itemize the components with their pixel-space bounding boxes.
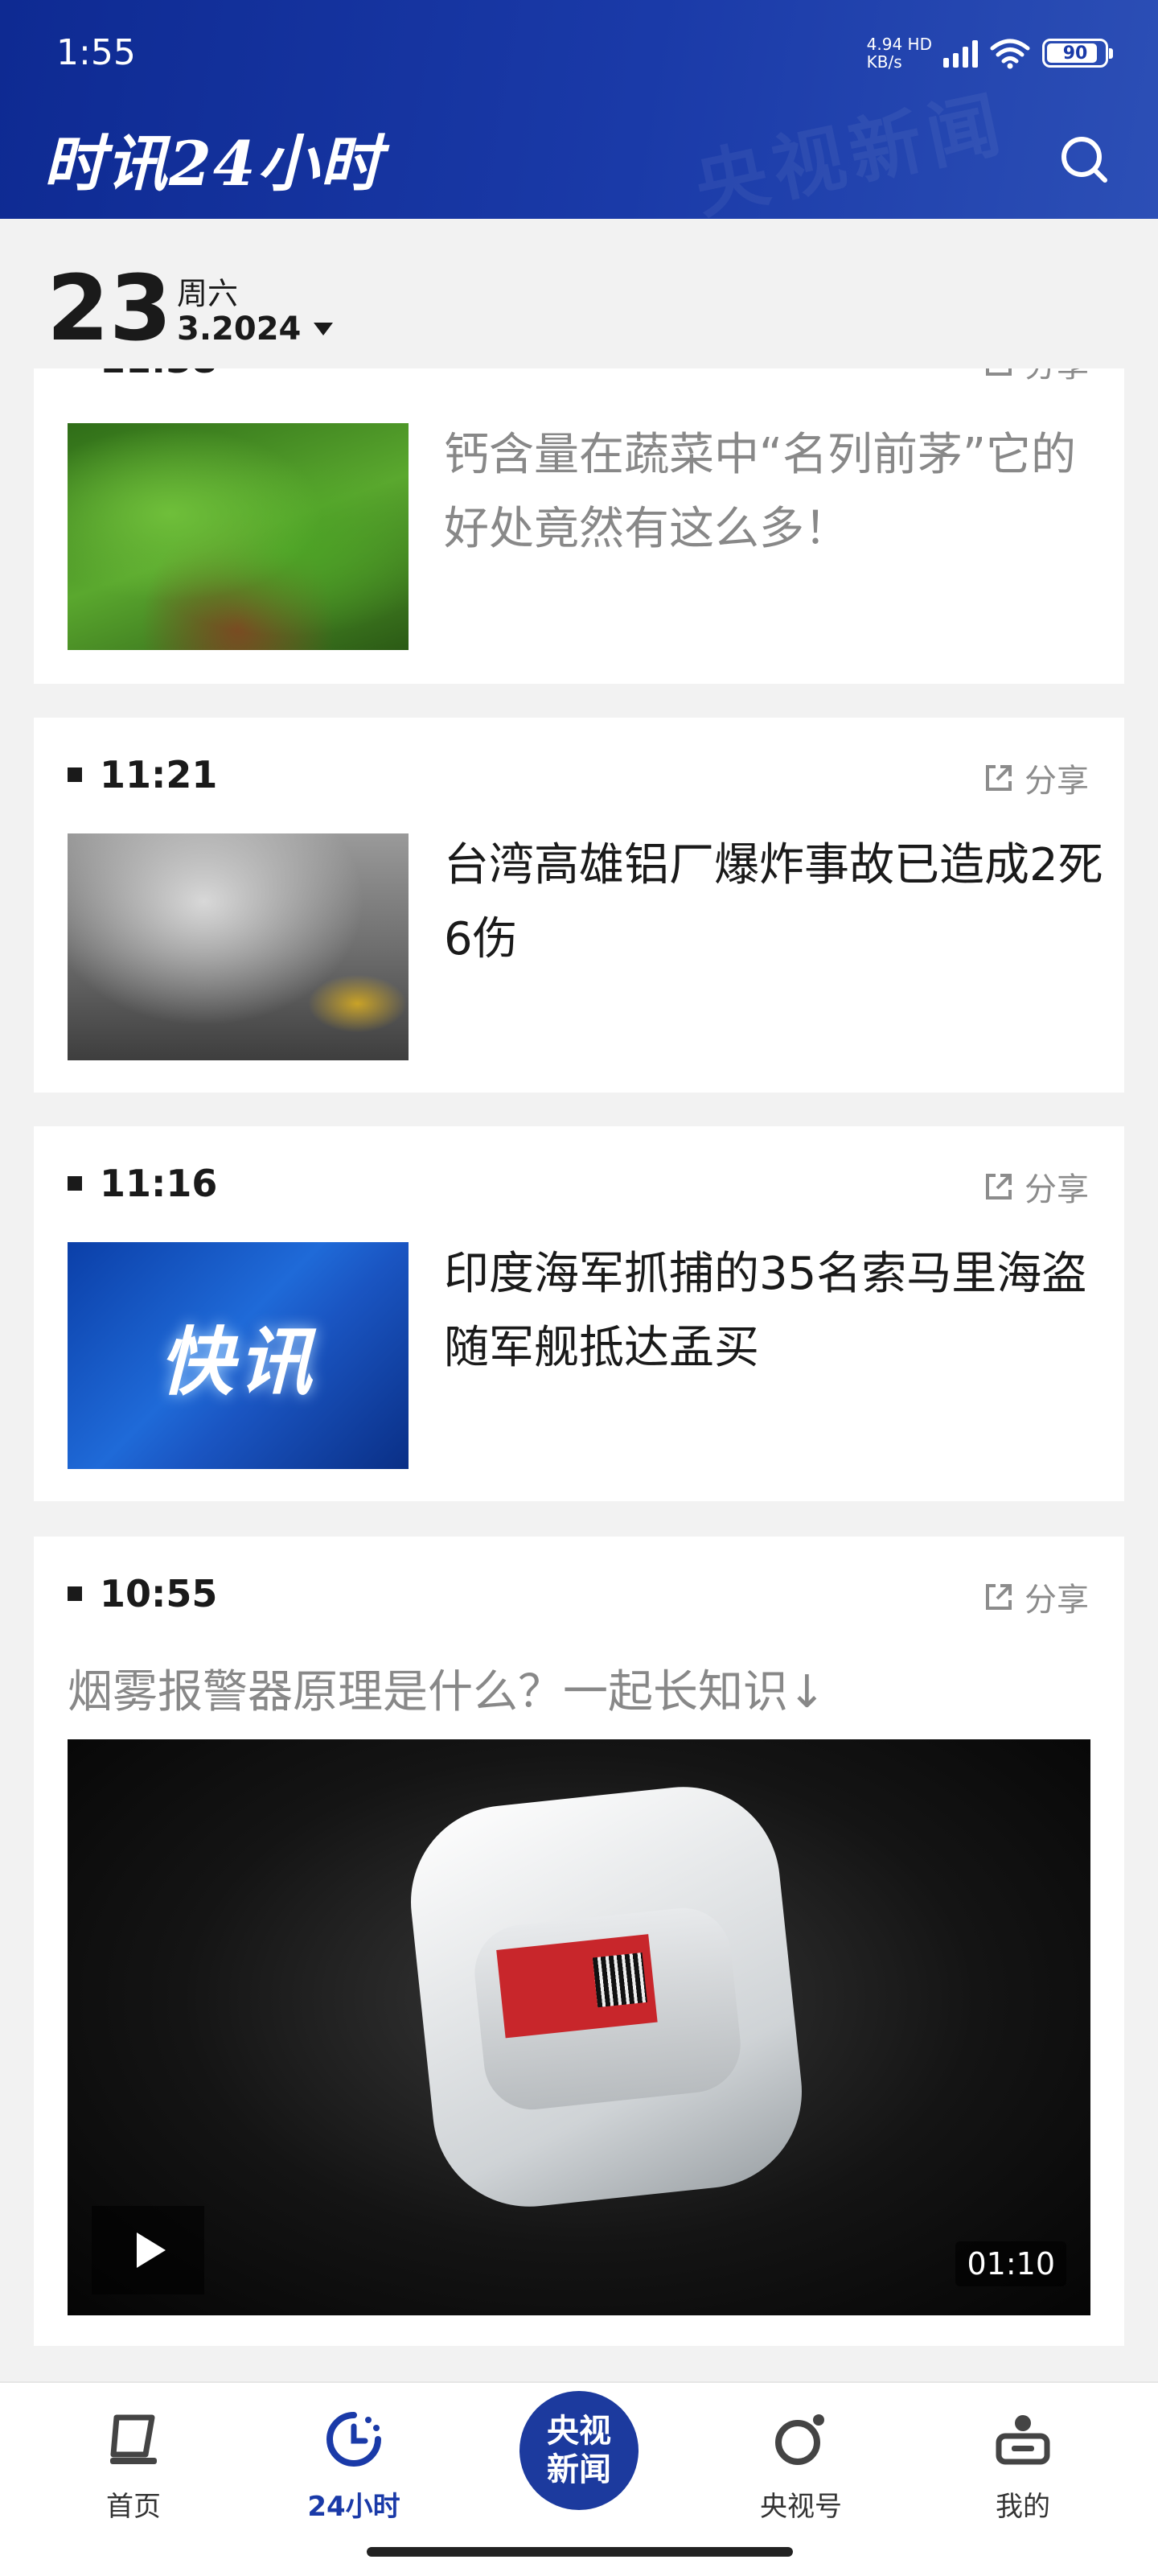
video-duration: 01:10 [955, 2241, 1066, 2286]
news-thumbnail[interactable]: 快讯 [68, 1242, 409, 1469]
news-thumbnail[interactable] [68, 423, 409, 650]
header-watermark: 央视新闻 [688, 81, 1014, 219]
month-year-label: 3.2024 [177, 311, 302, 348]
clock-icon [265, 2399, 442, 2479]
cctv-news-logo-button[interactable]: 央视 新闻 [519, 2391, 639, 2510]
status-time: 1:55 [56, 32, 136, 73]
nav-24hours[interactable]: 24小时 [265, 2399, 442, 2524]
play-button[interactable] [92, 2206, 204, 2294]
video-player[interactable]: 01:10 [68, 1739, 1090, 2315]
news-headline[interactable]: 印度海军抓捕的35名索马里海盗随军舰抵达孟买 [444, 1237, 1119, 1385]
app-header: 央视新闻 1:55 4.94 HD KB/s 90 时讯24小时 [0, 0, 1158, 219]
logo-line-1: 央视 [547, 2413, 611, 2450]
search-icon [1062, 137, 1107, 183]
bullet-icon [68, 1586, 82, 1601]
news-card-video[interactable]: 10:55 分享 烟雾报警器原理是什么？一起长知识↓ 01:10 [34, 1537, 1124, 2346]
news-card[interactable]: 11:16 分享 快讯 印度海军抓捕的35名索马里海盗随军舰抵达孟买 [34, 1126, 1124, 1501]
share-icon [986, 1174, 1012, 1200]
news-time: 11:21 [68, 753, 217, 796]
news-time: 11:16 [68, 1162, 217, 1205]
news-time: 10:55 [68, 1572, 217, 1615]
date-bar: 23 周六 3.2024 [0, 219, 1158, 368]
home-icon [45, 2399, 222, 2479]
app-title: 时讯24小时 [43, 128, 383, 200]
signal-icon [943, 39, 978, 68]
nav-home-label: 首页 [106, 2491, 161, 2523]
bullet-icon [68, 767, 82, 782]
share-button[interactable]: 分享 [983, 755, 1089, 801]
thumbnail-text: 快讯 [158, 1319, 317, 1405]
play-icon [137, 2232, 166, 2268]
share-icon [986, 765, 1012, 791]
news-card[interactable]: 11:21 分享 台湾高雄铝厂爆炸事故已造成2死6伤 [34, 718, 1124, 1093]
battery-icon: 90 [1042, 39, 1113, 68]
date-picker[interactable]: 3.2024 [177, 311, 334, 348]
logo-line-2: 新闻 [547, 2451, 611, 2488]
video-headline[interactable]: 烟雾报警器原理是什么？一起长知识↓ [68, 1656, 826, 1721]
search-button[interactable] [1055, 130, 1113, 188]
dropdown-arrow-icon [314, 323, 334, 335]
network-speed: 4.94 HD KB/s [867, 35, 932, 71]
news-card[interactable]: 11:38 分享 钙含量在蔬菜中“名列前茅”它的好处竟然有这么多！ [34, 338, 1124, 684]
nav-home[interactable]: 首页 [45, 2399, 222, 2524]
network-speed-unit: KB/s [866, 52, 902, 72]
status-icons: 4.94 HD KB/s 90 [867, 29, 1113, 77]
share-button[interactable]: 分享 [983, 1163, 1089, 1210]
nav-cctv-account[interactable]: 央视号 [712, 2399, 889, 2524]
nav-24hours-label: 24小时 [307, 2491, 400, 2523]
day-number: 23 [47, 257, 172, 361]
news-headline[interactable]: 台湾高雄铝厂爆炸事故已造成2死6伤 [444, 829, 1119, 977]
home-indicator[interactable] [367, 2547, 793, 2557]
news-thumbnail[interactable] [68, 833, 409, 1060]
nav-mine-label: 我的 [996, 2491, 1050, 2523]
share-icon [986, 1584, 1012, 1610]
network-speed-value: 4.94 HD [866, 35, 932, 54]
smoke-detector-image [401, 1777, 811, 2216]
nav-cctv-account-label: 央视号 [760, 2491, 842, 2523]
cctv-account-icon [712, 2399, 889, 2479]
weekday-label: 周六 [177, 276, 239, 311]
wifi-icon [989, 37, 1031, 69]
share-button[interactable]: 分享 [983, 1574, 1089, 1620]
battery-level: 90 [1062, 43, 1088, 64]
bullet-icon [68, 1176, 82, 1191]
news-headline[interactable]: 钙含量在蔬菜中“名列前茅”它的好处竟然有这么多！ [444, 418, 1119, 566]
user-icon [934, 2399, 1111, 2479]
nav-mine[interactable]: 我的 [934, 2399, 1111, 2524]
